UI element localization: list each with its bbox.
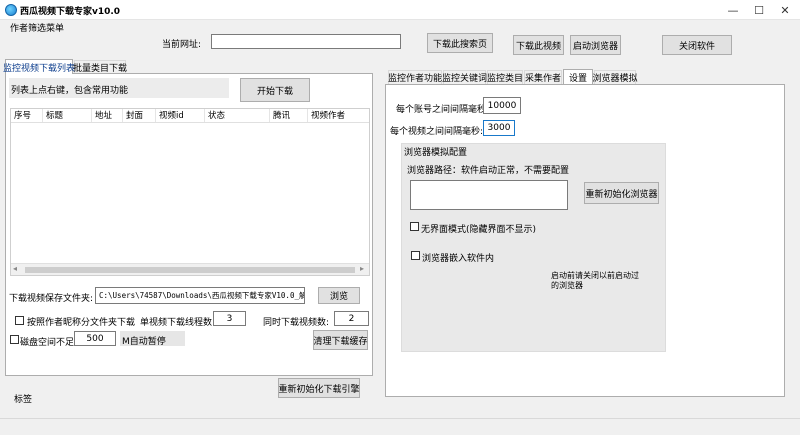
browse-button[interactable]: 浏览 xyxy=(318,287,360,304)
tab-monitor-download-list[interactable]: 监控视频下载列表 xyxy=(3,59,75,74)
maximize-button[interactable]: ☐ xyxy=(746,0,772,20)
restart-note: 启动前请关闭以前启动过的浏览器 xyxy=(551,271,639,290)
concurrent-label: 同时下载视频数: xyxy=(263,318,330,328)
menu-author-filter[interactable]: 作者筛选菜单 xyxy=(10,21,64,34)
horizontal-scrollbar[interactable]: ◂ ▸ xyxy=(11,263,369,275)
tab-monitor-keyword[interactable]: 监控关键词 xyxy=(442,70,487,84)
close-button[interactable]: ✕ xyxy=(772,0,798,20)
download-list-table[interactable]: 序号 标题 地址 封面 视频id 状态 腾讯 视频作者 ◂ ▸ xyxy=(10,108,370,276)
start-download-button[interactable]: 开始下载 xyxy=(240,78,310,102)
embed-browser-checkbox[interactable] xyxy=(411,251,420,260)
title-bar: 西瓜视频下载专家v10.0 — ☐ ✕ xyxy=(0,0,800,20)
hint-text: 列表上点右键，包含常用功能 xyxy=(11,86,129,96)
save-folder-input[interactable]: C:\Users\74587\Downloads\西瓜视频下载专家V10.0_解… xyxy=(95,287,305,304)
minimize-button[interactable]: — xyxy=(720,0,746,20)
download-video-button[interactable]: 下载此视频 xyxy=(513,35,564,55)
tab-batch-category-download[interactable]: 批量类目下载 xyxy=(73,60,127,74)
browser-path-input[interactable] xyxy=(410,180,568,210)
account-interval-label: 每个账号之间间隔毫秒: xyxy=(396,105,490,115)
scroll-right-icon[interactable]: ▸ xyxy=(360,264,364,273)
column-header[interactable]: 标题 xyxy=(43,109,92,122)
disk-low-suffix-box: M自动暂停 xyxy=(120,331,185,347)
disk-low-checkbox[interactable] xyxy=(10,335,19,344)
column-header[interactable]: 封面 xyxy=(123,109,156,122)
headless-label: 无界面模式(隐藏界面不显示) xyxy=(421,225,537,235)
by-author-folder-checkbox[interactable] xyxy=(15,316,24,325)
url-label: 当前网址: xyxy=(162,40,202,50)
browser-path-label: 浏览器路径：软件启动正常，不需要配置 xyxy=(407,166,570,176)
video-interval-label: 每个视频之间间隔毫秒: xyxy=(390,127,484,137)
menu-bar xyxy=(0,20,800,34)
by-author-folder-label: 按照作者昵称分文件夹下载 xyxy=(27,318,136,328)
disk-low-label: 磁盘空间不足 xyxy=(20,338,75,348)
hint-box: 列表上点右键，包含常用功能 xyxy=(9,78,229,98)
scroll-left-icon[interactable]: ◂ xyxy=(13,264,17,273)
reinit-engine-button[interactable]: 重新初始化下载引擎 xyxy=(278,378,360,398)
concurrent-input[interactable]: 2 xyxy=(334,311,369,326)
table-header: 序号 标题 地址 封面 视频id 状态 腾讯 视频作者 xyxy=(11,109,369,123)
url-input[interactable] xyxy=(211,34,401,49)
close-software-button[interactable]: 关闭软件 xyxy=(662,35,732,55)
column-header[interactable]: 序号 xyxy=(11,109,43,122)
column-header[interactable]: 视频作者 xyxy=(308,109,369,122)
scrollbar-thumb[interactable] xyxy=(25,267,355,273)
status-bar xyxy=(0,418,800,435)
clear-cache-button[interactable]: 清理下载缓存 xyxy=(313,330,368,350)
disk-low-suffix: M自动暂停 xyxy=(122,337,166,347)
embed-browser-label: 浏览器嵌入软件内 xyxy=(422,254,495,264)
threads-label: 单视频下载线程数: xyxy=(140,318,216,328)
tag-label: 标签 xyxy=(14,395,33,405)
download-search-page-button[interactable]: 下载此搜索页 xyxy=(427,33,493,53)
headless-checkbox[interactable] xyxy=(410,222,419,231)
column-header[interactable]: 地址 xyxy=(92,109,123,122)
account-interval-input[interactable]: 10000 xyxy=(483,97,521,114)
app-icon xyxy=(5,4,17,16)
tab-browser-simulation[interactable]: 浏览器模拟 xyxy=(593,70,638,84)
save-folder-label: 下载视频保存文件夹: xyxy=(9,294,94,304)
tab-monitor-author[interactable]: 监控作者功能 xyxy=(388,70,442,84)
tab-collect-author[interactable]: 采集作者 xyxy=(524,70,562,84)
window-title: 西瓜视频下载专家v10.0 xyxy=(20,7,121,17)
tab-settings[interactable]: 设置 xyxy=(563,69,593,84)
browser-config-title: 浏览器模拟配置 xyxy=(404,148,468,158)
column-header[interactable]: 视频id xyxy=(156,109,205,122)
column-header[interactable]: 状态 xyxy=(205,109,270,122)
video-interval-input[interactable]: 3000 xyxy=(483,120,515,136)
tab-monitor-category[interactable]: 监控类目 xyxy=(487,70,523,84)
disk-low-input[interactable]: 500 xyxy=(74,331,116,346)
reinit-browser-button[interactable]: 重新初始化浏览器 xyxy=(584,182,659,204)
launch-browser-button[interactable]: 启动浏览器 xyxy=(570,35,621,55)
column-header[interactable]: 腾讯 xyxy=(270,109,308,122)
threads-input[interactable]: 3 xyxy=(213,311,246,326)
